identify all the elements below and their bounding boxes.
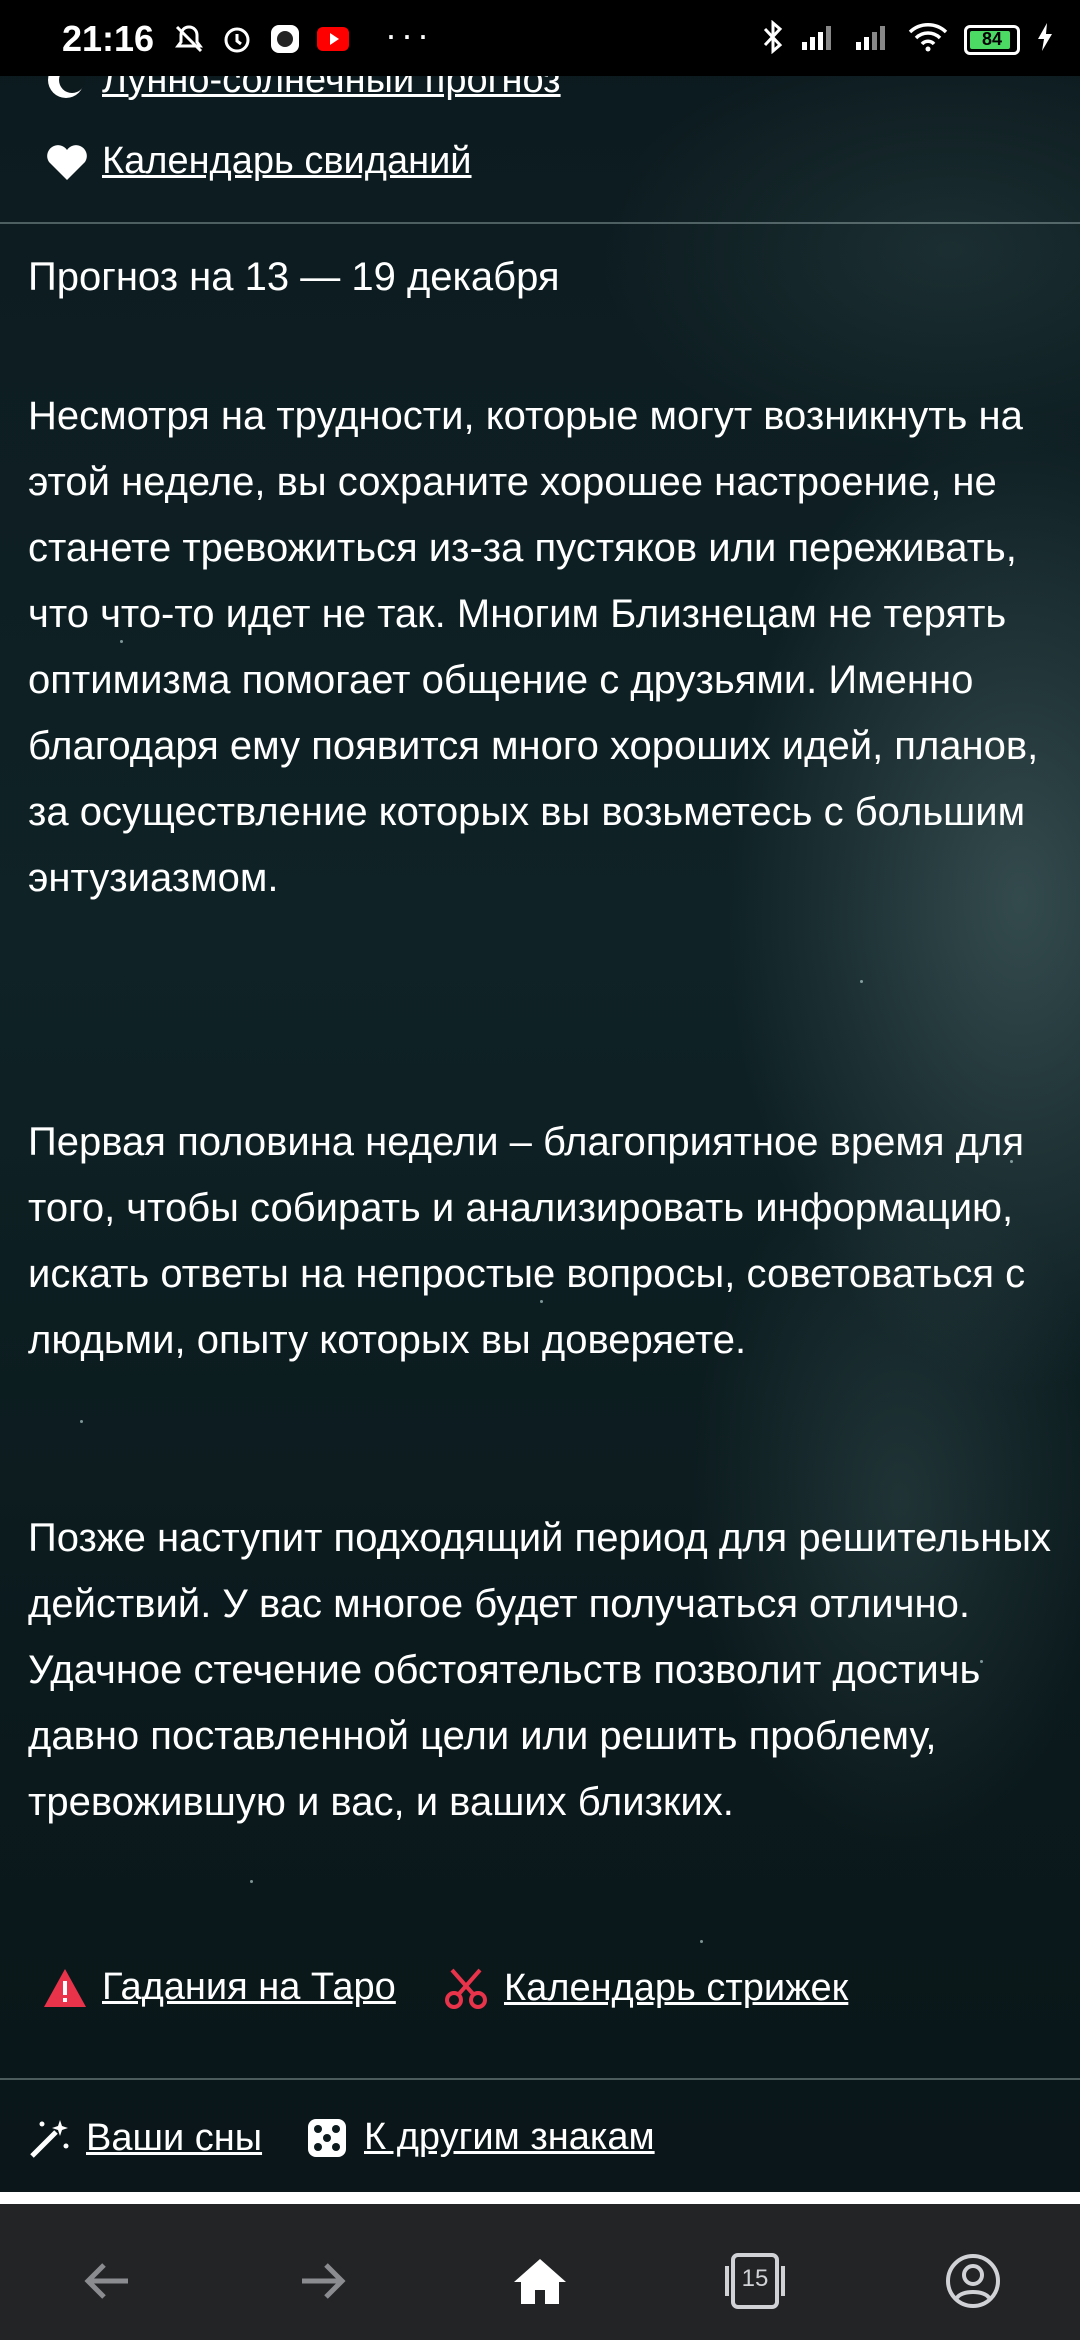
signal-icon <box>800 22 838 57</box>
other-signs-link[interactable]: К другим знакам <box>306 2116 655 2159</box>
browser-nav-bar: 15 <box>0 2192 1080 2340</box>
battery-level: 84 <box>981 29 1003 49</box>
tarot-link[interactable]: Гадания на Таро <box>42 1966 396 2009</box>
more-notifications: ··· <box>385 14 433 55</box>
bluetooth-icon <box>762 19 784 59</box>
link-label[interactable]: Гадания на Таро <box>102 1966 396 2009</box>
mute-notifications-icon <box>172 22 206 56</box>
scissors-icon <box>444 1966 488 2010</box>
forecast-paragraph: Первая половина недели – благоприятное в… <box>28 1120 1026 1362</box>
account-icon[interactable] <box>938 2246 1008 2316</box>
dreams-link[interactable]: Ваши сны <box>28 2116 262 2160</box>
charging-icon <box>1036 22 1054 57</box>
wifi-icon <box>908 22 948 57</box>
forecast-paragraph: Несмотря на трудности, которые могут воз… <box>28 394 1039 900</box>
haircut-calendar-link[interactable]: Календарь стрижек <box>444 1966 848 2010</box>
link-label[interactable]: Ваши сны <box>86 2117 262 2160</box>
forecast-title: Прогноз на 13 — 19 декабря <box>28 255 560 299</box>
link-label[interactable]: Календарь стрижек <box>504 1967 848 2010</box>
forward-arrow-icon[interactable] <box>288 2246 358 2316</box>
alarm-icon <box>220 22 254 56</box>
divider <box>0 2078 1080 2080</box>
app-icon <box>268 22 302 56</box>
divider <box>0 222 1080 224</box>
link-label[interactable]: К другим знакам <box>364 2116 655 2159</box>
magic-wand-icon <box>28 2116 72 2160</box>
signal-icon <box>854 22 892 57</box>
dice-icon <box>306 2117 348 2159</box>
link-label[interactable]: Календарь свиданий <box>102 140 472 183</box>
forecast-paragraph: Позже наступит подходящий период для реш… <box>28 1516 1052 1824</box>
heart-icon <box>44 142 90 182</box>
warning-triangle-icon <box>42 1967 88 2009</box>
status-bar: 21:16 ··· 84 <box>0 0 1080 76</box>
back-arrow-icon[interactable] <box>72 2246 142 2316</box>
battery-icon: 84 <box>964 24 1020 55</box>
dating-calendar-link[interactable]: Календарь свиданий <box>44 140 472 183</box>
tabs-icon[interactable]: 15 <box>720 2246 790 2316</box>
home-icon[interactable] <box>505 2246 575 2316</box>
youtube-icon <box>316 22 350 56</box>
tabs-count: 15 <box>741 2265 769 2292</box>
status-time: 21:16 <box>62 18 155 59</box>
